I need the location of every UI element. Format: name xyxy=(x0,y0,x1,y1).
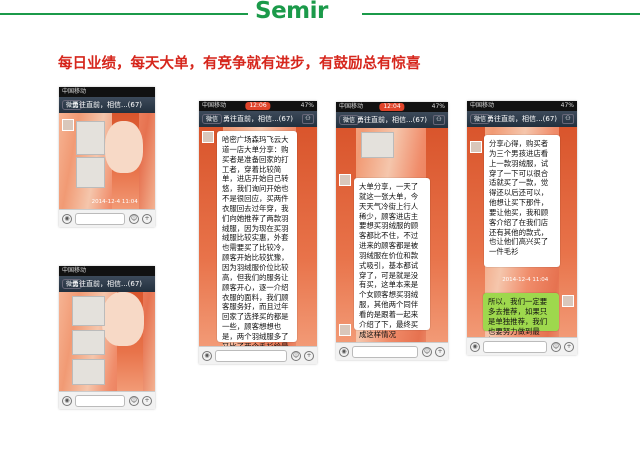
plus-icon[interactable]: + xyxy=(142,396,152,406)
group-title: 勇往直前，相信...(67) xyxy=(71,101,143,109)
photo-face xyxy=(105,120,144,174)
carrier-label: 中国移动 xyxy=(339,103,364,110)
status-bar: 中国移动 12:04 47% xyxy=(336,102,448,112)
avatar[interactable] xyxy=(470,141,482,153)
plus-icon[interactable]: + xyxy=(435,347,445,357)
timestamp: 2014-12-4 11:04 xyxy=(91,199,138,205)
avatar[interactable] xyxy=(62,119,74,131)
chat-area: 分享心得，购买者为三个男孩进店看上一款羽绒服，试穿了一下可以很合适就买了一款，觉… xyxy=(467,127,577,337)
chat-area: 2014-12-4 11:04 xyxy=(59,113,155,209)
group-members-icon[interactable]: ⚇ xyxy=(302,114,314,124)
avatar[interactable] xyxy=(202,131,214,143)
status-bar: 中国移动 xyxy=(59,87,155,97)
chat-header: 微信 勇往直前，相信...(67) ⚇ xyxy=(467,111,577,127)
phone-screenshot-3: 中国移动 12:06 47% 微信 勇往直前，相信...(67) ⚇ 哈密广场森玛飞… xyxy=(199,101,317,364)
emoji-icon[interactable]: ☺ xyxy=(129,214,139,224)
headline: 每日业绩，每天大单，有竞争就有进步，有鼓励总有惊喜 xyxy=(58,56,421,72)
message-input[interactable] xyxy=(352,346,418,358)
avatar[interactable] xyxy=(339,174,351,186)
slide: Semir 每日业绩，每天大单，有竞争就有进步，有鼓励总有惊喜 中国移动 微信 … xyxy=(0,0,640,450)
carrier-label: 中国移动 xyxy=(470,102,495,109)
receipt-photo[interactable] xyxy=(72,295,106,326)
phone-screenshot-1: 中国移动 微信 勇往直前，相信...(67) 2014-12-4 11:04 ◉… xyxy=(59,87,155,227)
photo-face xyxy=(102,292,145,347)
emoji-icon[interactable]: ☺ xyxy=(422,347,432,357)
group-title: 勇往直前，相信...(67) xyxy=(71,280,143,288)
message-input[interactable] xyxy=(75,395,125,407)
carrier-label: 中国移动 xyxy=(62,267,87,274)
photo-background xyxy=(467,127,485,337)
voice-icon[interactable]: ◉ xyxy=(202,351,212,361)
input-bar: ◉ ☺ + xyxy=(467,337,577,355)
battery-label: 47% xyxy=(300,102,314,109)
receipt-photo[interactable] xyxy=(76,157,106,188)
voice-icon[interactable]: ◉ xyxy=(62,396,72,406)
carrier-label: 中国移动 xyxy=(62,88,87,95)
phone-screenshot-2: 中国移动 微信 勇往直前，相信...(67) ◉ ☺ + xyxy=(59,266,155,409)
battery-label: 47% xyxy=(431,103,445,110)
phone-screenshot-4: 中国移动 12:04 47% 微信 勇往直前，相信...(67) ⚇ 大单分享，一天… xyxy=(336,102,448,360)
group-title: 勇往直前，相信...(67) xyxy=(356,116,428,124)
input-bar: ◉ ☺ + xyxy=(336,342,448,360)
emoji-icon[interactable]: ☺ xyxy=(291,351,301,361)
chat-header: 微信 勇往直前，相信...(67) xyxy=(59,97,155,113)
semir-logo: Semir xyxy=(255,0,328,24)
voice-icon[interactable]: ◉ xyxy=(470,342,480,352)
chat-area: 大单分享，一天了就这一张大单，今天天气冷街上行人稀少，顾客进店主要想买羽绒服的顾… xyxy=(336,128,448,342)
message-input[interactable] xyxy=(483,341,547,353)
carrier-label: 中国移动 xyxy=(202,102,227,109)
voice-icon[interactable]: ◉ xyxy=(339,347,349,357)
message-input[interactable] xyxy=(215,350,287,362)
input-bar: ◉ ☺ + xyxy=(199,346,317,364)
chat-header: 微信 勇往直前，相信...(67) xyxy=(59,276,155,292)
chat-header: 微信 勇往直前，相信...(67) ⚇ xyxy=(199,111,317,127)
message-bubble: 大单分享，一天了就这一张大单，今天天气冷街上行人稀少，顾客进店主要想买羽绒服的顾… xyxy=(354,178,430,339)
receipt-photo[interactable] xyxy=(360,132,395,158)
clock: 12:06 xyxy=(245,102,271,110)
input-bar: ◉ ☺ + xyxy=(59,391,155,409)
emoji-icon[interactable]: ☺ xyxy=(551,342,561,352)
group-title: 勇往直前，相信...(67) xyxy=(486,115,558,123)
group-members-icon[interactable]: ⚇ xyxy=(433,115,445,125)
avatar[interactable] xyxy=(339,324,351,336)
status-bar: 中国移动 xyxy=(59,266,155,276)
reply-bubble: 所以，我们一定要多去推荐，如果只是单独推荐，我们也要努力做到最好， xyxy=(483,293,559,337)
battery-label: 47% xyxy=(560,102,574,109)
status-bar: 中国移动 47% xyxy=(467,101,577,111)
receipt-photo[interactable] xyxy=(72,359,106,386)
receipt-photo[interactable] xyxy=(72,329,106,356)
header-divider-left xyxy=(0,13,248,15)
receipt-photo[interactable] xyxy=(76,120,106,156)
emoji-icon[interactable]: ☺ xyxy=(129,396,139,406)
plus-icon[interactable]: + xyxy=(142,214,152,224)
avatar[interactable] xyxy=(562,295,574,307)
input-bar: ◉ ☺ + xyxy=(59,209,155,227)
group-title: 勇往直前，相信...(67) xyxy=(222,115,294,123)
message-bubble: 哈密广场森玛飞云大道一店大单分享：购买者是准备回家的打工者，穿着比较简单，进店开… xyxy=(217,131,297,346)
status-bar: 中国移动 12:06 47% xyxy=(199,101,317,111)
timestamp: 2014-12-4 11:04 xyxy=(502,277,549,283)
message-bubble: 分享心得，购买者为三个男孩进店看上一款羽绒服，试穿了一下可以很合适就买了一款，觉… xyxy=(484,135,560,267)
voice-icon[interactable]: ◉ xyxy=(62,214,72,224)
chat-area xyxy=(59,292,155,391)
plus-icon[interactable]: + xyxy=(304,351,314,361)
plus-icon[interactable]: + xyxy=(564,342,574,352)
chat-area: 哈密广场森玛飞云大道一店大单分享：购买者是准备回家的打工者，穿着比较简单，进店开… xyxy=(199,127,317,346)
message-input[interactable] xyxy=(75,213,125,225)
header-divider-right xyxy=(362,13,640,15)
phone-screenshot-5: 中国移动 47% 微信 勇往直前，相信...(67) ⚇ 分享心得，购买者为三个男… xyxy=(467,101,577,355)
chat-header: 微信 勇往直前，相信...(67) ⚇ xyxy=(336,112,448,128)
photo-background xyxy=(295,127,317,346)
clock: 12:04 xyxy=(379,103,405,111)
group-members-icon[interactable]: ⚇ xyxy=(562,114,574,124)
